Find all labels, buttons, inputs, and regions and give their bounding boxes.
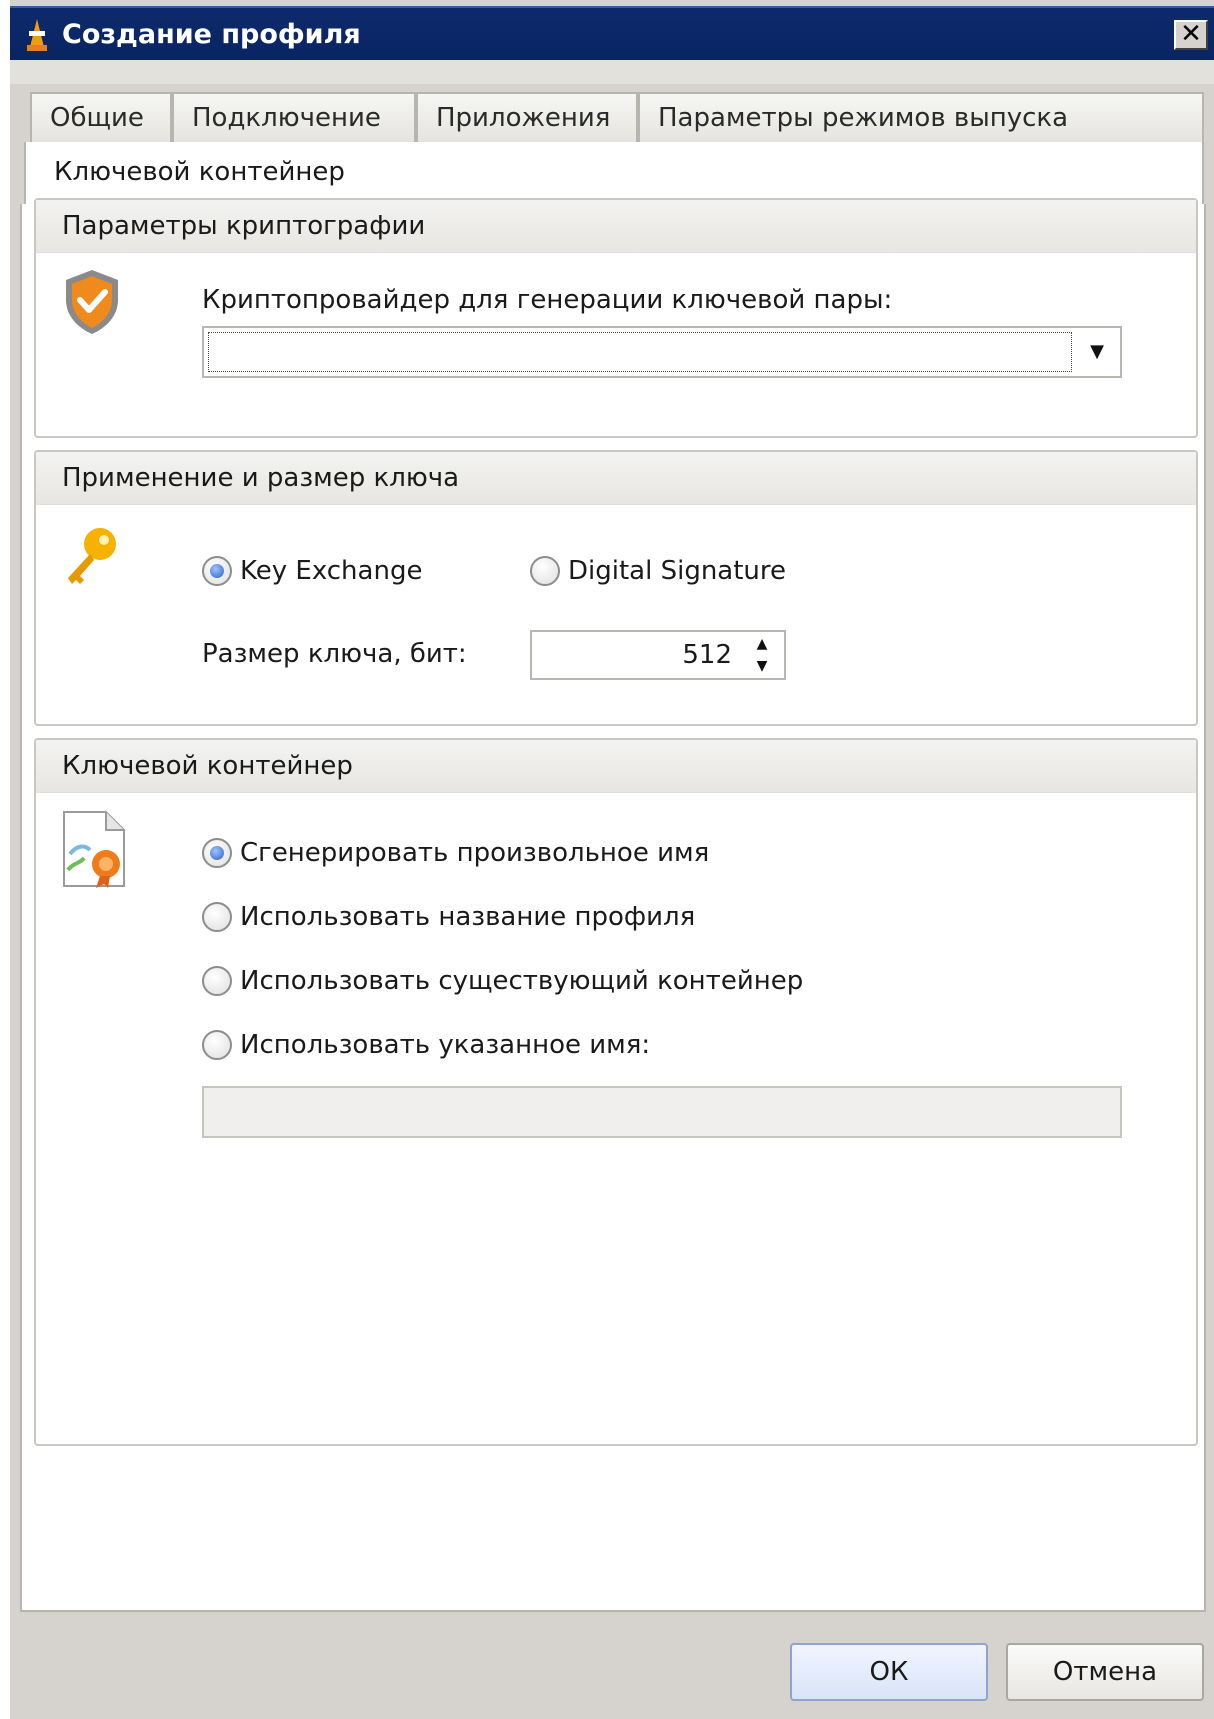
tab-connection[interactable]: Подключение [172, 92, 416, 142]
close-button[interactable]: ✕ [1174, 20, 1208, 50]
tab-applications[interactable]: Приложения [416, 92, 638, 142]
radio-label: Сгенерировать произвольное имя [240, 838, 710, 868]
app-icon [27, 19, 47, 51]
key-container-group: Ключевой контейнер Сгенерировать произво… [34, 738, 1198, 1446]
dropdown-value [208, 332, 1072, 372]
key-size-stepper[interactable]: 512 ▲ ▼ [530, 630, 786, 680]
provider-label: Криптопровайдер для генерации ключевой п… [202, 285, 893, 315]
radio-label: Использовать указанное имя: [240, 1030, 651, 1060]
tab-label: Параметры режимов выпуска [658, 103, 1069, 133]
key-size-value[interactable]: 512 [682, 632, 732, 678]
window-title: Создание профиля [62, 19, 361, 50]
radio-button[interactable] [202, 838, 232, 868]
close-icon: ✕ [1180, 19, 1202, 49]
certificate-document-icon [63, 811, 125, 888]
shield-check-icon [66, 270, 118, 334]
cancel-button[interactable]: Отмена [1006, 1643, 1204, 1701]
radio-button[interactable] [202, 966, 232, 996]
use-profile-name-radio[interactable]: Использовать название профиля [202, 902, 695, 932]
container-name-input[interactable] [202, 1086, 1122, 1138]
chevron-down-icon[interactable]: ▼ [1082, 328, 1112, 376]
tab-issue-mode-params[interactable]: Параметры режимов выпуска [638, 92, 1204, 142]
arrow-up-icon[interactable]: ▲ [750, 634, 774, 654]
group-header: Параметры криптографии [36, 200, 1196, 253]
radio-label: Использовать название профиля [240, 902, 696, 932]
titlebar-shadow [10, 60, 1214, 84]
radio-button[interactable] [530, 556, 560, 586]
arrow-down-icon[interactable]: ▼ [750, 656, 774, 676]
profile-dialog: Создание профиля ✕ Общие Подключение При… [0, 0, 1214, 1719]
tab-label: Подключение [192, 103, 381, 133]
tab-key-container[interactable]: Ключевой контейнер [24, 142, 1204, 204]
tab-general[interactable]: Общие [30, 92, 172, 142]
radio-label: Использовать существующий контейнер [240, 966, 804, 996]
radio-button[interactable] [202, 1030, 232, 1060]
tab-label: Ключевой контейнер [54, 157, 345, 187]
tab-label: Приложения [436, 103, 611, 133]
radio-label: Digital Signature [568, 556, 787, 586]
crypto-params-group: Параметры криптографии Криптопровайдер д… [34, 198, 1198, 438]
key-usage-group: Применение и размер ключа Key Exchange D… [34, 450, 1198, 726]
use-existing-container-radio[interactable]: Использовать существующий контейнер [202, 966, 803, 996]
radio-button[interactable] [202, 556, 232, 586]
key-exchange-radio[interactable]: Key Exchange [202, 556, 422, 586]
key-size-label: Размер ключа, бит: [202, 639, 467, 669]
tab-content: Параметры криптографии Криптопровайдер д… [20, 198, 1206, 1612]
radio-label: Key Exchange [240, 556, 423, 586]
group-header: Применение и размер ключа [36, 452, 1196, 505]
title-bar[interactable]: Создание профиля ✕ [10, 6, 1214, 62]
key-icon [68, 528, 116, 584]
generate-name-radio[interactable]: Сгенерировать произвольное имя [202, 838, 709, 868]
tab-label: Общие [50, 103, 144, 133]
provider-dropdown[interactable]: ▼ [202, 326, 1122, 378]
use-specified-name-radio[interactable]: Использовать указанное имя: [202, 1030, 650, 1060]
radio-button[interactable] [202, 902, 232, 932]
window-edge [0, 0, 10, 1719]
ok-button[interactable]: ОК [790, 1643, 988, 1701]
digital-signature-radio[interactable]: Digital Signature [530, 556, 786, 586]
group-header: Ключевой контейнер [36, 740, 1196, 793]
